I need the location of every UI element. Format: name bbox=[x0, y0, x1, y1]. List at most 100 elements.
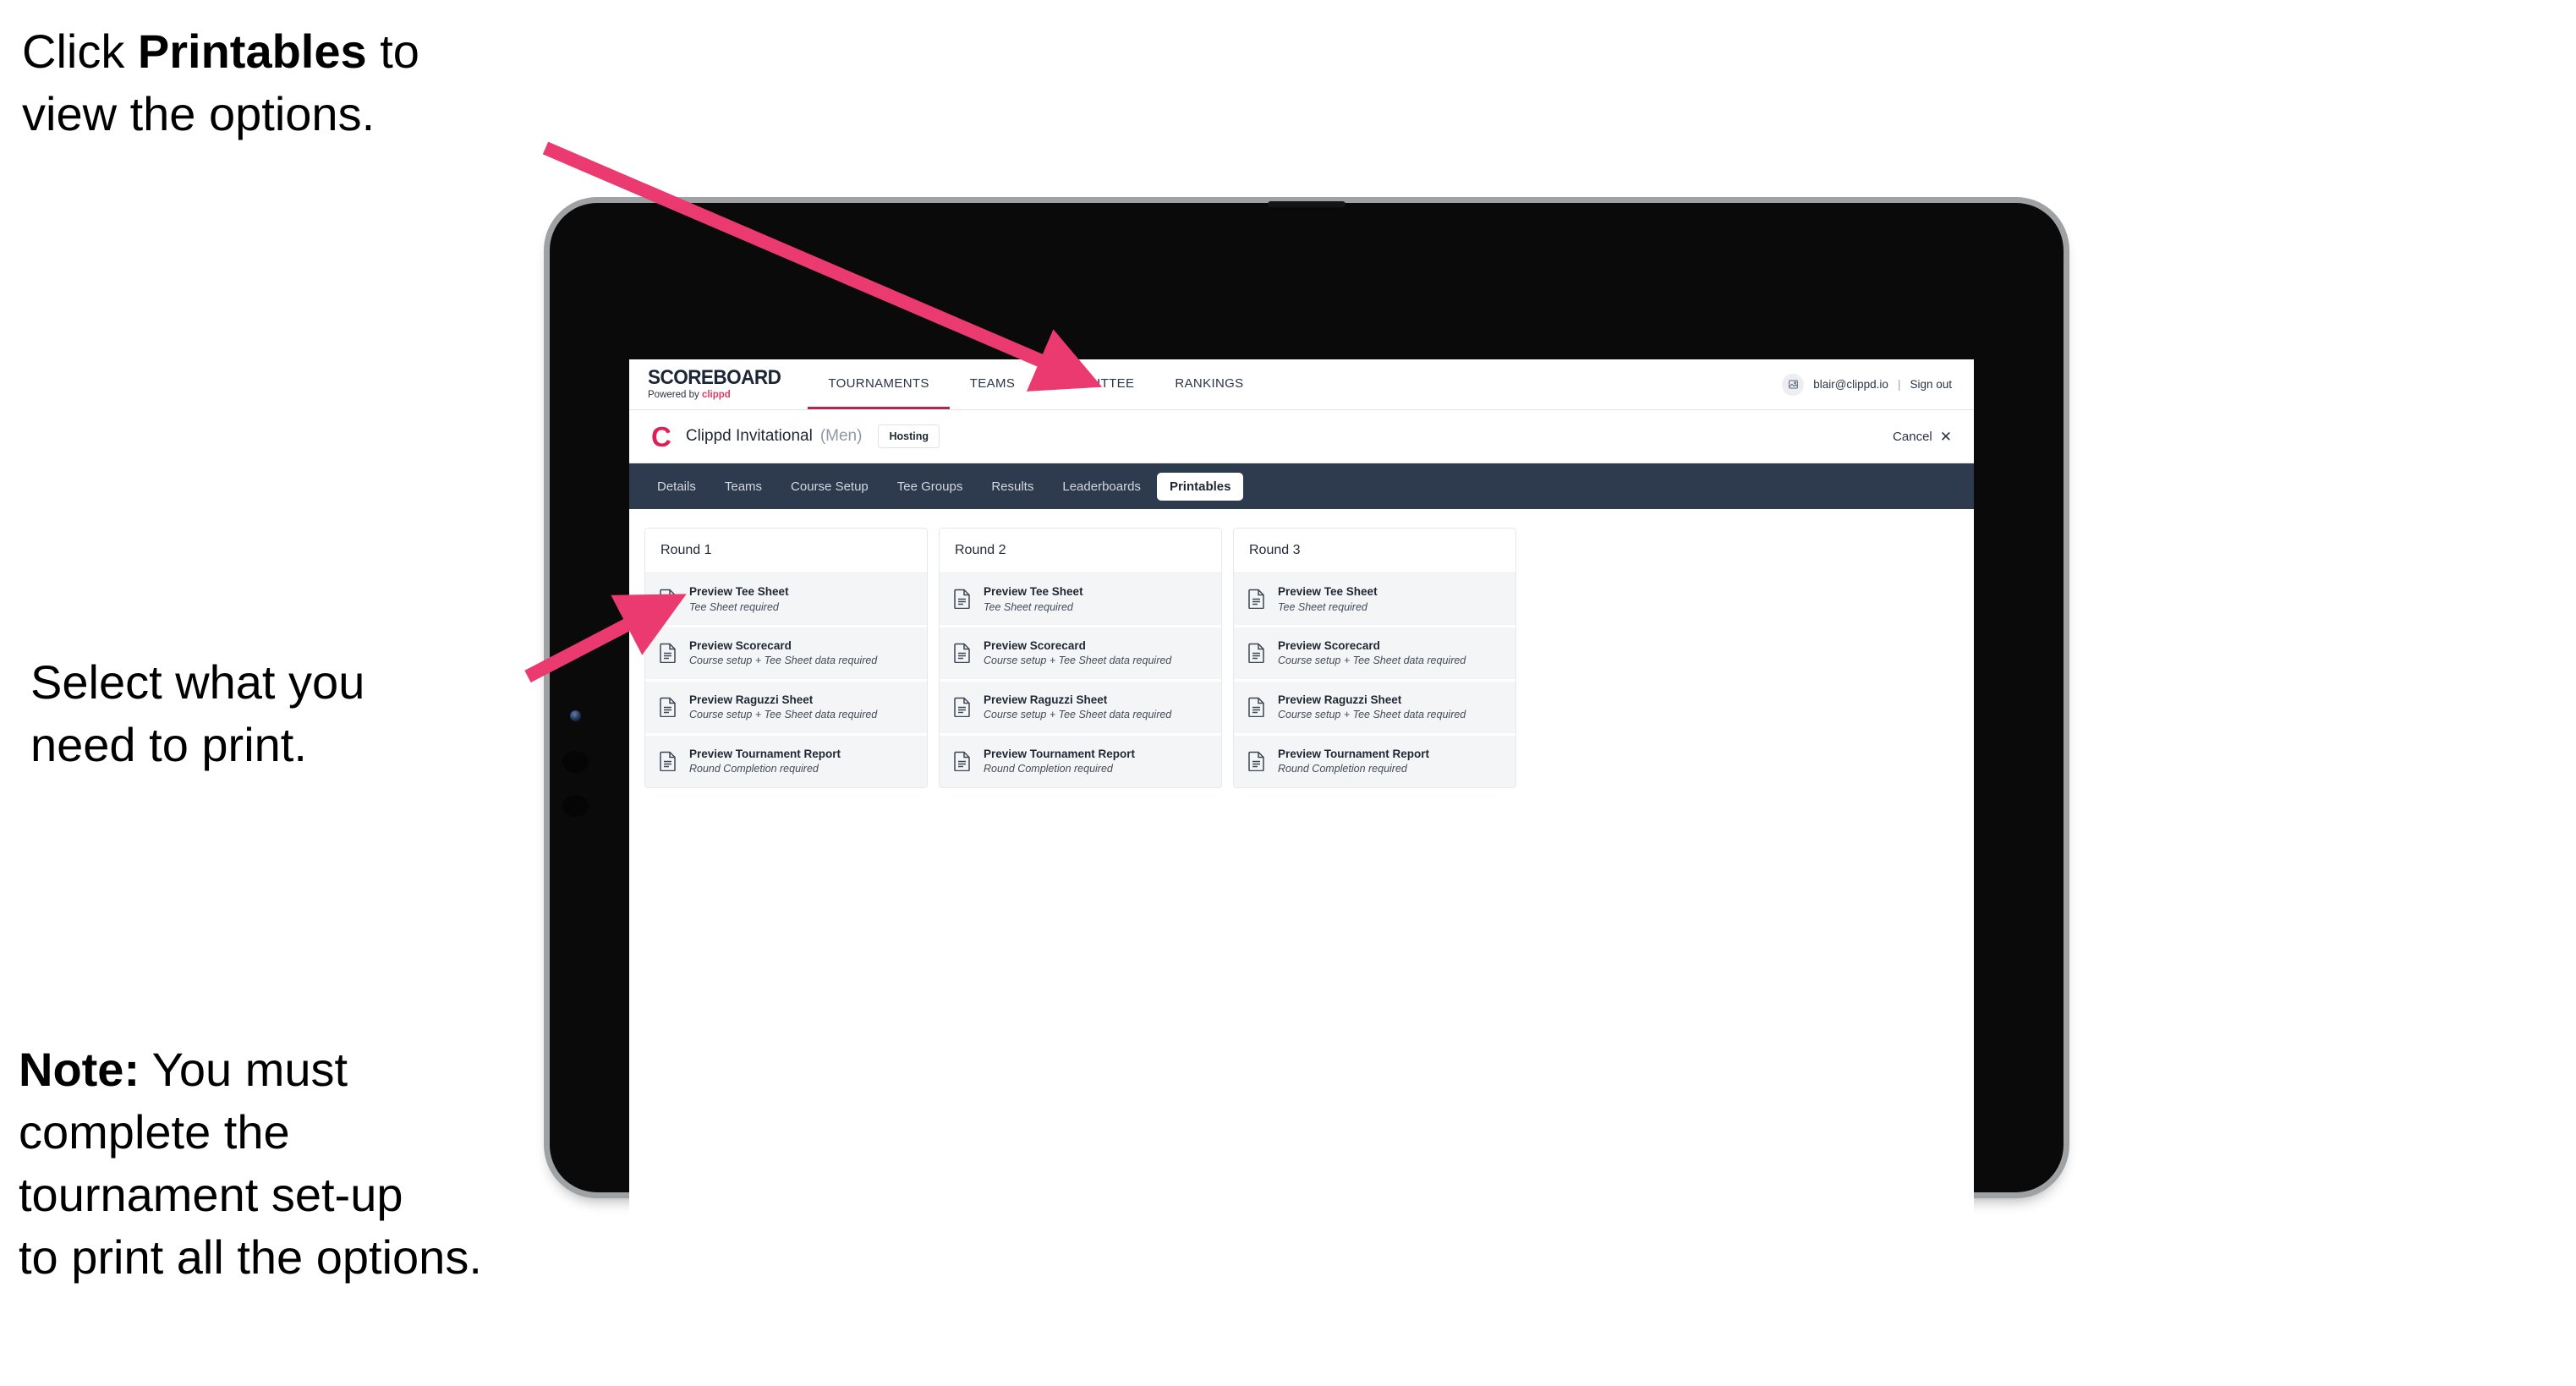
round-title: Round 1 bbox=[645, 529, 927, 573]
printable-row[interactable]: Preview Tournament Report Round Completio… bbox=[1234, 735, 1515, 787]
tab-leaderboards[interactable]: Leaderboards bbox=[1050, 473, 1154, 501]
printables-content: Round 1 Preview Tee Sheet Tee Sheet requi… bbox=[629, 509, 1974, 1253]
tablet-device-frame: SCOREBOARD Powered by clippd TOURNAMENTS… bbox=[550, 201, 2064, 1256]
top-navigation-bar: SCOREBOARD Powered by clippd TOURNAMENTS… bbox=[629, 359, 1974, 410]
rounds-container: Round 1 Preview Tee Sheet Tee Sheet requi… bbox=[644, 528, 1959, 788]
tab-details[interactable]: Details bbox=[644, 473, 709, 501]
tab-teams[interactable]: Teams bbox=[712, 473, 775, 501]
printable-row[interactable]: Preview Tee Sheet Tee Sheet required bbox=[645, 573, 927, 627]
printable-requirement: Course setup + Tee Sheet data required bbox=[984, 709, 1172, 721]
topnav-user-area: blair@clippd.io | Sign out bbox=[1782, 359, 1974, 409]
tab-label: Teams bbox=[724, 479, 763, 494]
document-icon bbox=[660, 751, 676, 772]
printable-title: Preview Tee Sheet bbox=[1278, 585, 1378, 598]
document-icon bbox=[1248, 697, 1264, 718]
printable-row[interactable]: Preview Raguzzi Sheet Course setup + Tee … bbox=[645, 681, 927, 736]
round-items: Preview Tee Sheet Tee Sheet required Prev… bbox=[1234, 573, 1515, 787]
avatar-glyph-icon bbox=[1788, 380, 1798, 389]
topnav-item-committee[interactable]: COMMITTEE bbox=[1035, 359, 1154, 409]
printable-row-text: Preview Scorecard Course setup + Tee Shee… bbox=[689, 639, 877, 667]
cancel-label: Cancel bbox=[1893, 429, 1932, 444]
printable-row[interactable]: Preview Tournament Report Round Completio… bbox=[645, 735, 927, 787]
annotation-click-printables: Click Printables to view the options. bbox=[22, 25, 419, 140]
printable-row[interactable]: Preview Scorecard Course setup + Tee Shee… bbox=[645, 627, 927, 682]
brand-sub-prefix: Powered by bbox=[648, 390, 702, 401]
printable-title: Preview Raguzzi Sheet bbox=[689, 693, 814, 706]
printable-row[interactable]: Preview Tournament Report Round Completio… bbox=[940, 735, 1221, 787]
printable-row-text: Preview Tournament Report Round Completio… bbox=[1278, 748, 1429, 775]
document-icon bbox=[954, 751, 970, 772]
user-avatar-icon[interactable] bbox=[1782, 373, 1805, 396]
annotation-emphasis: Printables bbox=[137, 25, 367, 78]
printable-row-text: Preview Tournament Report Round Completio… bbox=[984, 748, 1135, 775]
device-camera-icon bbox=[570, 710, 581, 721]
round-title: Round 3 bbox=[1234, 529, 1515, 573]
brand-title: SCOREBOARD bbox=[648, 366, 781, 390]
screenshot-root: Click Printables to view the options. Se… bbox=[0, 0, 2576, 1386]
round-items: Preview Tee Sheet Tee Sheet required Prev… bbox=[940, 573, 1221, 787]
tab-label: Details bbox=[657, 479, 696, 494]
topnav-item-teams[interactable]: TEAMS bbox=[950, 359, 1035, 409]
tab-course-setup[interactable]: Course Setup bbox=[778, 473, 881, 501]
tab-label: Tee Groups bbox=[896, 479, 963, 494]
annotation-select-print: Select what you need to print. bbox=[30, 655, 365, 771]
brand-sub-clippd: clippd bbox=[701, 390, 731, 401]
printable-row[interactable]: Preview Scorecard Course setup + Tee Shee… bbox=[1234, 627, 1515, 682]
user-separator: | bbox=[1897, 378, 1901, 391]
topnav-label: TEAMS bbox=[969, 375, 1016, 391]
tab-label: Course Setup bbox=[791, 479, 869, 494]
topnav-item-tournaments[interactable]: TOURNAMENTS bbox=[808, 359, 950, 409]
printable-requirement: Round Completion required bbox=[689, 763, 819, 775]
tab-results[interactable]: Results bbox=[978, 473, 1046, 501]
hosting-status-badge: Hosting bbox=[878, 425, 940, 448]
document-icon bbox=[954, 644, 970, 664]
printable-row-text: Preview Raguzzi Sheet Course setup + Tee … bbox=[984, 693, 1171, 721]
printable-requirement: Course setup + Tee Sheet data required bbox=[1278, 655, 1466, 667]
printable-row[interactable]: Preview Raguzzi Sheet Course setup + Tee … bbox=[940, 681, 1221, 736]
tab-tee-groups[interactable]: Tee Groups bbox=[885, 473, 976, 501]
printable-requirement: Course setup + Tee Sheet data required bbox=[984, 655, 1172, 667]
printable-requirement: Round Completion required bbox=[1278, 763, 1407, 775]
printable-row-text: Preview Tee Sheet Tee Sheet required bbox=[984, 585, 1083, 613]
printable-requirement: Course setup + Tee Sheet data required bbox=[689, 709, 878, 721]
document-icon bbox=[954, 697, 970, 718]
tab-label: Results bbox=[991, 479, 1034, 494]
printable-title: Preview Scorecard bbox=[1278, 638, 1380, 652]
document-icon bbox=[1248, 644, 1264, 664]
section-tab-bar: Details Teams Course Setup Tee Groups Re… bbox=[629, 463, 1974, 509]
close-icon: ✕ bbox=[1939, 428, 1952, 445]
clippd-logo-icon: C bbox=[651, 420, 671, 452]
printable-row[interactable]: Preview Tee Sheet Tee Sheet required bbox=[1234, 573, 1515, 627]
sign-out-button[interactable]: Sign out bbox=[1910, 378, 1952, 391]
document-icon bbox=[660, 697, 676, 718]
cancel-button[interactable]: Cancel ✕ bbox=[1893, 430, 1952, 444]
printable-row-text: Preview Scorecard Course setup + Tee Shee… bbox=[1278, 639, 1466, 667]
topnav-label: TOURNAMENTS bbox=[828, 375, 929, 391]
device-button-volume-up[interactable] bbox=[562, 751, 589, 773]
document-icon bbox=[660, 644, 676, 664]
printable-title: Preview Tournament Report bbox=[1278, 747, 1430, 760]
printable-row[interactable]: Preview Tee Sheet Tee Sheet required bbox=[940, 573, 1221, 627]
device-speaker bbox=[1268, 201, 1346, 207]
topnav-label: COMMITTEE bbox=[1055, 375, 1135, 391]
tab-printables[interactable]: Printables bbox=[1156, 472, 1244, 501]
printable-row[interactable]: Preview Scorecard Course setup + Tee Shee… bbox=[940, 627, 1221, 682]
topnav-item-rankings[interactable]: RANKINGS bbox=[1154, 359, 1263, 409]
device-button-volume-down[interactable] bbox=[562, 795, 589, 817]
printable-row-text: Preview Scorecard Course setup + Tee Shee… bbox=[984, 639, 1171, 667]
printable-row-text: Preview Tee Sheet Tee Sheet required bbox=[1278, 585, 1378, 613]
printable-row-text: Preview Raguzzi Sheet Course setup + Tee … bbox=[689, 693, 877, 721]
printable-title: Preview Raguzzi Sheet bbox=[984, 693, 1108, 706]
printable-title: Preview Scorecard bbox=[689, 638, 792, 652]
printable-title: Preview Scorecard bbox=[984, 638, 1086, 652]
printable-title: Preview Tournament Report bbox=[984, 747, 1136, 760]
printable-title: Preview Raguzzi Sheet bbox=[1278, 693, 1402, 706]
scoreboard-logo[interactable]: SCOREBOARD Powered by clippd bbox=[629, 359, 808, 409]
user-email: blair@clippd.io bbox=[1813, 378, 1888, 391]
round-title: Round 2 bbox=[940, 529, 1221, 573]
round-card: Round 1 Preview Tee Sheet Tee Sheet requi… bbox=[644, 528, 928, 788]
document-icon bbox=[660, 589, 676, 610]
printable-requirement: Round Completion required bbox=[984, 763, 1113, 775]
printable-row[interactable]: Preview Raguzzi Sheet Course setup + Tee … bbox=[1234, 681, 1515, 736]
tournament-name: Clippd Invitational bbox=[685, 427, 813, 445]
